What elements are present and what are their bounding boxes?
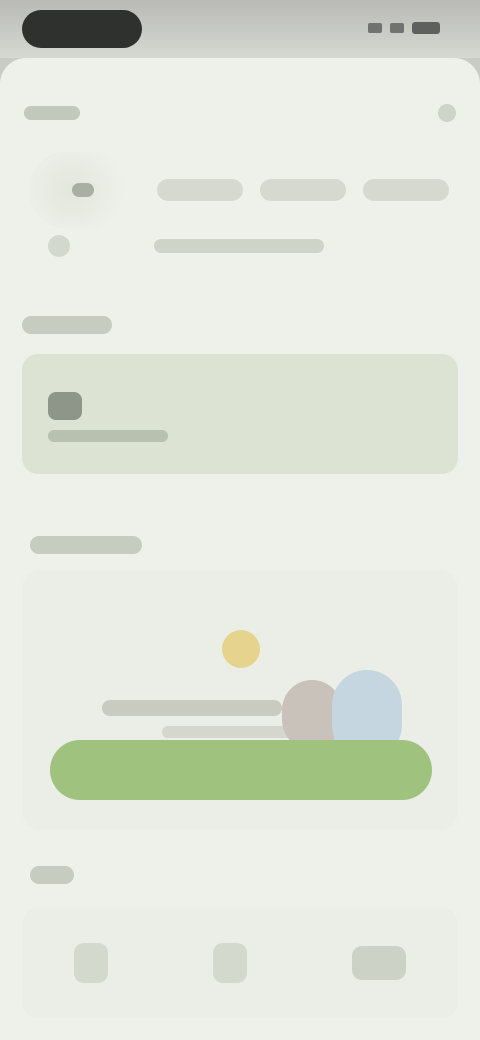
top-bar xyxy=(24,98,456,128)
main-sheet xyxy=(0,58,480,1040)
signal-icon xyxy=(368,23,382,33)
notice-icon xyxy=(48,392,82,420)
status-time xyxy=(22,10,142,48)
tool-icon-2[interactable] xyxy=(212,943,247,983)
stat-item[interactable] xyxy=(259,179,346,201)
sun-icon xyxy=(222,630,260,668)
more-icon[interactable] xyxy=(438,104,456,122)
wifi-icon xyxy=(390,23,404,33)
section-title-notice xyxy=(22,316,112,334)
illustration-shape xyxy=(102,700,282,716)
tool-icon-1[interactable] xyxy=(74,943,109,983)
stat-item[interactable] xyxy=(363,179,450,201)
avatar[interactable] xyxy=(28,152,138,228)
status-bar xyxy=(0,0,480,58)
promo-card xyxy=(22,570,458,830)
stat-item[interactable] xyxy=(156,179,243,201)
tools-card xyxy=(22,908,458,1018)
profile-row xyxy=(28,150,458,230)
primary-action-button[interactable] xyxy=(50,740,432,800)
location-text xyxy=(154,239,324,253)
avatar-icon xyxy=(72,183,94,197)
pin-icon xyxy=(48,235,70,257)
section-title-tools xyxy=(30,866,74,884)
notice-card[interactable] xyxy=(22,354,458,474)
promo-illustration xyxy=(82,610,402,760)
battery-icon xyxy=(412,22,440,34)
notice-text xyxy=(48,430,168,442)
tool-icon-3[interactable] xyxy=(351,946,406,980)
status-icons xyxy=(368,22,440,34)
profile-stats xyxy=(148,179,458,201)
section-title-promo xyxy=(30,536,142,554)
back-button[interactable] xyxy=(24,106,80,120)
location-row xyxy=(28,226,448,266)
